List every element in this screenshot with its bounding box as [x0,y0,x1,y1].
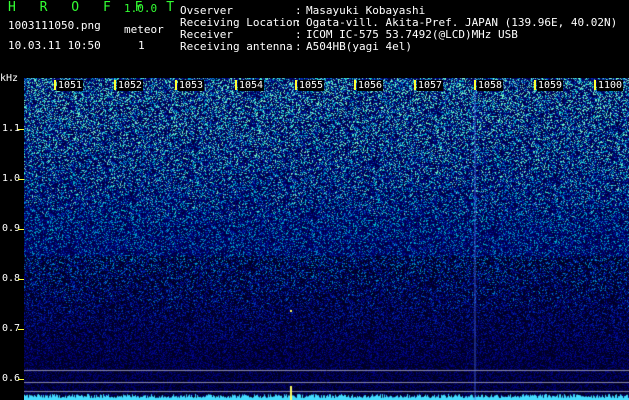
x-tick-mark [54,80,56,90]
x-tick-mark [175,80,177,90]
x-tick-label: 1056 [357,80,384,91]
antenna-value: A504HB(yagi 4el) [306,40,412,53]
x-tick-label: 1052 [117,80,144,91]
x-tick-label: 1055 [298,80,325,91]
timestamp: 10.03.11 10:50 [8,39,101,52]
header-panel: H R O F F T 1.0.0 1003111050.png meteor … [0,0,629,78]
spectrogram-area [24,78,629,400]
meteor-label: meteor [124,23,164,36]
y-axis-unit: kHz [0,73,19,84]
x-tick-mark [414,80,416,90]
antenna-label: Receiving antenna [180,40,293,53]
x-tick-label: 1053 [178,80,205,91]
x-tick-label: 1054 [238,80,265,91]
app-version: 1.0.0 [124,2,158,15]
x-tick-label: 1100 [597,80,624,91]
x-tick-mark [114,80,116,90]
x-tick-mark [354,80,356,90]
meteor-count: 1 [138,39,145,52]
colon: : [295,40,302,53]
x-tick-label: 1051 [57,80,84,91]
file-name: 1003111050.png [8,19,101,32]
x-tick-label: 1057 [417,80,444,91]
x-tick-label: 1058 [477,80,504,91]
x-tick-mark [594,80,596,90]
x-tick-mark [295,80,297,90]
x-tick-mark [235,80,237,90]
x-tick-mark [534,80,536,90]
x-tick-label: 1059 [537,80,564,91]
spectrogram-canvas [24,78,629,400]
x-tick-mark [474,80,476,90]
